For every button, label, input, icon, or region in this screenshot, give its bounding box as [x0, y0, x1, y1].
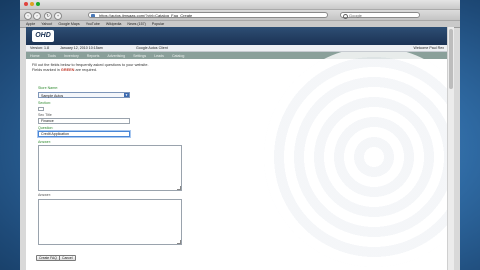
- site-favicon-icon: [91, 14, 95, 17]
- app-logo[interactable]: OHD: [32, 30, 54, 42]
- answer2-label: Answer:: [38, 193, 51, 197]
- search-icon: [343, 14, 348, 19]
- nav-item[interactable]: Reports: [87, 54, 100, 58]
- nav-item[interactable]: Advertising: [107, 54, 125, 58]
- section-label: Section:: [38, 101, 51, 105]
- reload-icon[interactable]: ↻: [44, 12, 52, 20]
- nav-item[interactable]: Settings: [133, 54, 146, 58]
- nav-item[interactable]: Catalog: [172, 54, 184, 58]
- minimize-window-icon[interactable]: [30, 2, 34, 6]
- chevron-down-icon: ▼: [124, 93, 129, 97]
- section-input[interactable]: Finance: [38, 118, 130, 124]
- client-label: Google Autos Client: [136, 46, 168, 50]
- create-faq-button[interactable]: Create FAQ: [36, 255, 60, 261]
- bookmark-item[interactable]: Apple: [26, 22, 35, 26]
- store-name-value: Sample Autos: [41, 94, 64, 98]
- scrollbar-thumb[interactable]: [449, 29, 453, 89]
- nav-item[interactable]: Inventory: [64, 54, 79, 58]
- question-value: Credit Application: [41, 132, 69, 136]
- zoom-window-icon[interactable]: [36, 2, 40, 6]
- section-value: Finance: [41, 119, 54, 123]
- resize-handle-icon[interactable]: [177, 186, 181, 190]
- bookmark-item[interactable]: Wikipedia: [106, 22, 122, 26]
- add-bookmark-icon[interactable]: +: [54, 12, 62, 20]
- answer-textarea[interactable]: [38, 145, 182, 191]
- bookmark-item[interactable]: Yahoo!: [41, 22, 52, 26]
- close-window-icon[interactable]: [24, 2, 28, 6]
- faq-form: Fill out the fields below to frequently …: [26, 59, 454, 77]
- nav-item[interactable]: Tools: [48, 54, 56, 58]
- info-bar: Version: 1.8 January 12, 2010 10:15am Go…: [26, 45, 454, 52]
- store-name-label: Store Name:: [38, 86, 59, 90]
- browser-window: ‹ › ↻ + https://autos.jimsaas.com/?ctrl=…: [20, 0, 460, 270]
- logo-text: OHD: [35, 32, 51, 39]
- title-bar: [20, 0, 460, 10]
- nav-item[interactable]: Home: [30, 54, 40, 58]
- browser-toolbar: ‹ › ↻ + https://autos.jimsaas.com/?ctrl=…: [20, 10, 460, 21]
- bookmark-item[interactable]: YouTube: [86, 22, 100, 26]
- bookmark-item[interactable]: Popular: [152, 22, 164, 26]
- question-label: Question:: [38, 126, 54, 130]
- question-input[interactable]: Credit Application: [38, 131, 130, 137]
- answer-label: Answer:: [38, 140, 51, 144]
- url-bar[interactable]: https://autos.jimsaas.com/?ctrl=Catalog_…: [88, 12, 328, 18]
- page-watermark: [264, 47, 454, 267]
- window-controls: [24, 2, 40, 6]
- date-label: January 12, 2010 10:15am: [60, 46, 103, 50]
- store-name-select[interactable]: Sample Autos ▼: [38, 92, 130, 98]
- url-text: https://autos.jimsaas.com/?ctrl=Catalog_…: [99, 13, 193, 18]
- page-scrollbar[interactable]: [447, 27, 454, 270]
- required-color-word: GREEN: [60, 68, 75, 72]
- version-label: Version: 1.8: [30, 46, 49, 50]
- bookmark-item[interactable]: News (157): [127, 22, 145, 26]
- web-page: OHD Version: 1.8 January 12, 2010 10:15a…: [26, 27, 454, 270]
- bookmark-item[interactable]: Google Maps: [58, 22, 79, 26]
- nav-item[interactable]: Leads: [154, 54, 164, 58]
- section-sub-label: Sec Title: [38, 113, 52, 117]
- section-radio[interactable]: [38, 107, 44, 111]
- cancel-button[interactable]: Cancel: [59, 255, 76, 261]
- search-placeholder: Google: [349, 13, 362, 18]
- required-note: Fields marked in GREEN are required.: [32, 68, 98, 72]
- app-header: OHD: [26, 27, 454, 45]
- resize-handle-icon[interactable]: [177, 240, 181, 244]
- forward-icon[interactable]: ›: [33, 12, 41, 20]
- answer2-textarea[interactable]: [38, 199, 182, 245]
- welcome-label[interactable]: Welcome Paul Rex: [414, 45, 445, 51]
- back-icon[interactable]: ‹: [24, 12, 32, 20]
- search-input[interactable]: Google: [340, 12, 420, 19]
